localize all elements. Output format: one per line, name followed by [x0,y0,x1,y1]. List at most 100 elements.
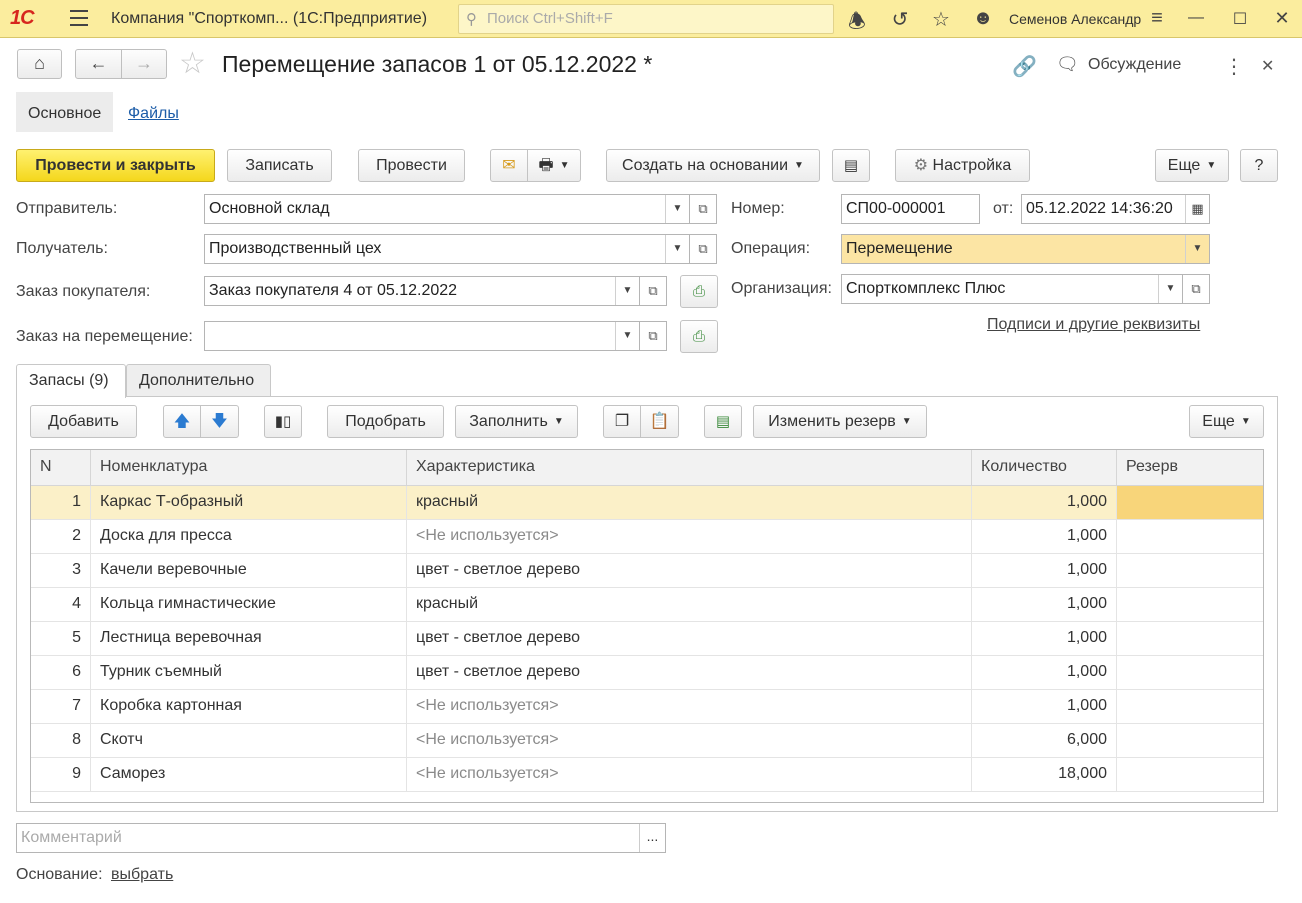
cell-n[interactable]: 9 [31,758,91,791]
back-button[interactable]: ← [75,49,122,79]
comment-edit-button[interactable]: ... [639,824,665,852]
table-row[interactable]: 6 Турник съемный цвет - светлое дерево 1,00… [31,656,1263,690]
col-quantity[interactable]: Количество [972,450,1117,486]
cell-nomenclature[interactable]: Коробка картонная [91,690,407,723]
sender-field[interactable]: Основной склад ▼ [204,194,690,224]
cell-reserve[interactable] [1117,758,1263,791]
cell-n[interactable]: 6 [31,656,91,689]
cell-characteristic[interactable]: цвет - светлое дерево [407,622,972,655]
reserve-icon-button[interactable]: ▤ [704,405,742,438]
cell-n[interactable]: 2 [31,520,91,553]
table-row[interactable]: 5 Лестница веревочная цвет - светлое дерев… [31,622,1263,656]
link-icon[interactable]: 🔗 [1012,54,1037,79]
cell-n[interactable]: 4 [31,588,91,621]
cell-characteristic[interactable]: цвет - светлое дерево [407,656,972,689]
history-icon[interactable]: ↺ [888,7,912,32]
cell-quantity[interactable]: 1,000 [972,690,1117,723]
tab-main[interactable]: Основное [16,92,114,132]
cell-nomenclature[interactable]: Качели веревочные [91,554,407,587]
forward-button[interactable]: → [121,49,167,79]
chevron-down-icon[interactable]: ▼ [615,322,639,350]
table-row[interactable]: 8 Скотч <Не используется> 6,000 [31,724,1263,758]
cell-nomenclature[interactable]: Кольца гимнастические [91,588,407,621]
notifications-bell-icon[interactable]: 🕭 [845,7,869,41]
cell-reserve[interactable] [1117,554,1263,587]
transfer-order-fill-button[interactable]: ⎙ [680,320,718,353]
cell-reserve[interactable] [1117,588,1263,621]
cell-quantity[interactable]: 1,000 [972,656,1117,689]
create-based-on-button[interactable]: Создать на основании ▼ [606,149,820,182]
chevron-down-icon[interactable]: ▼ [1185,235,1209,263]
table-row[interactable]: 7 Коробка картонная <Не используется> 1,000 [31,690,1263,724]
cell-nomenclature[interactable]: Скотч [91,724,407,757]
table-row[interactable]: 2 Доска для пресса <Не используется> 1,000 [31,520,1263,554]
cell-n[interactable]: 7 [31,690,91,723]
cell-quantity[interactable]: 6,000 [972,724,1117,757]
table-row[interactable]: 3 Качели веревочные цвет - светлое дерево 1… [31,554,1263,588]
search-input[interactable]: ⚲ Поиск Ctrl+Shift+F [458,4,834,34]
cell-nomenclature[interactable]: Доска для пресса [91,520,407,553]
customer-order-open-button[interactable]: ⧉ [639,276,667,306]
print-button[interactable]: 🖶 ▼ [527,149,581,182]
table-row[interactable]: 1 Каркас Т-образный красный 1,000 [31,486,1263,520]
pick-button[interactable]: Подобрать [327,405,444,438]
chevron-down-icon[interactable]: ▼ [665,235,689,263]
paste-rows-button[interactable]: 📋 [640,405,679,438]
cell-nomenclature[interactable]: Лестница веревочная [91,622,407,655]
cell-n[interactable]: 8 [31,724,91,757]
close-window-icon[interactable]: ✕ [1270,8,1294,29]
copy-rows-button[interactable]: ❐ [603,405,641,438]
cell-reserve[interactable] [1117,486,1263,519]
transfer-order-open-button[interactable]: ⧉ [639,321,667,351]
number-field[interactable]: СП00-000001 [841,194,980,224]
sender-open-button[interactable]: ⧉ [689,194,717,224]
organization-open-button[interactable]: ⧉ [1182,274,1210,304]
tab-files[interactable]: Файлы [116,92,191,132]
barcode-search-button[interactable]: ▮▯ [264,405,302,438]
cell-quantity[interactable]: 18,000 [972,758,1117,791]
receiver-field[interactable]: Производственный цех ▼ [204,234,690,264]
main-menu-icon[interactable] [70,10,88,26]
cell-reserve[interactable] [1117,656,1263,689]
post-button[interactable]: Провести [358,149,465,182]
cell-n[interactable]: 5 [31,622,91,655]
cell-quantity[interactable]: 1,000 [972,622,1117,655]
cell-n[interactable]: 3 [31,554,91,587]
cell-quantity[interactable]: 1,000 [972,520,1117,553]
close-form-icon[interactable]: ✕ [1261,56,1274,76]
help-button[interactable]: ? [1240,149,1278,182]
email-button[interactable]: ✉ [490,149,528,182]
col-reserve[interactable]: Резерв [1117,450,1263,486]
basis-select-link[interactable]: выбрать [111,866,173,884]
post-and-close-button[interactable]: Провести и закрыть [16,149,215,182]
move-up-button[interactable]: 🡅 [163,405,201,438]
col-characteristic[interactable]: Характеристика [407,450,972,486]
cell-nomenclature[interactable]: Каркас Т-образный [91,486,407,519]
comment-field[interactable]: Комментарий ... [16,823,666,853]
organization-field[interactable]: Спорткомплекс Плюс ▼ [841,274,1183,304]
chevron-down-icon[interactable]: ▼ [665,195,689,223]
cell-reserve[interactable] [1117,520,1263,553]
current-user[interactable]: Семенов Александр [1009,11,1141,27]
cell-nomenclature[interactable]: Турник съемный [91,656,407,689]
cell-characteristic[interactable]: <Не используется> [407,690,972,723]
cell-characteristic[interactable]: цвет - светлое дерево [407,554,972,587]
cell-characteristic[interactable]: <Не используется> [407,758,972,791]
move-down-button[interactable]: 🡇 [200,405,239,438]
tab-additional[interactable]: Дополнительно [126,364,271,397]
cell-reserve[interactable] [1117,724,1263,757]
more-button[interactable]: Еще ▼ [1155,149,1229,182]
tab-stocks[interactable]: Запасы (9) [16,364,126,398]
cell-n[interactable]: 1 [31,486,91,519]
signatures-link[interactable]: Подписи и другие реквизиты [987,316,1200,334]
cell-characteristic[interactable]: красный [407,588,972,621]
cell-reserve[interactable] [1117,690,1263,723]
cell-quantity[interactable]: 1,000 [972,554,1117,587]
cell-characteristic[interactable]: <Не используется> [407,520,972,553]
users-icon[interactable]: ☻ [971,7,995,30]
settings-button[interactable]: ⚙ Настройка [895,149,1030,182]
col-nomenclature[interactable]: Номенклатура [91,450,407,486]
cell-quantity[interactable]: 1,000 [972,486,1117,519]
favorite-star-icon[interactable]: ☆ [179,46,206,81]
minimize-icon[interactable]: — [1184,9,1208,27]
